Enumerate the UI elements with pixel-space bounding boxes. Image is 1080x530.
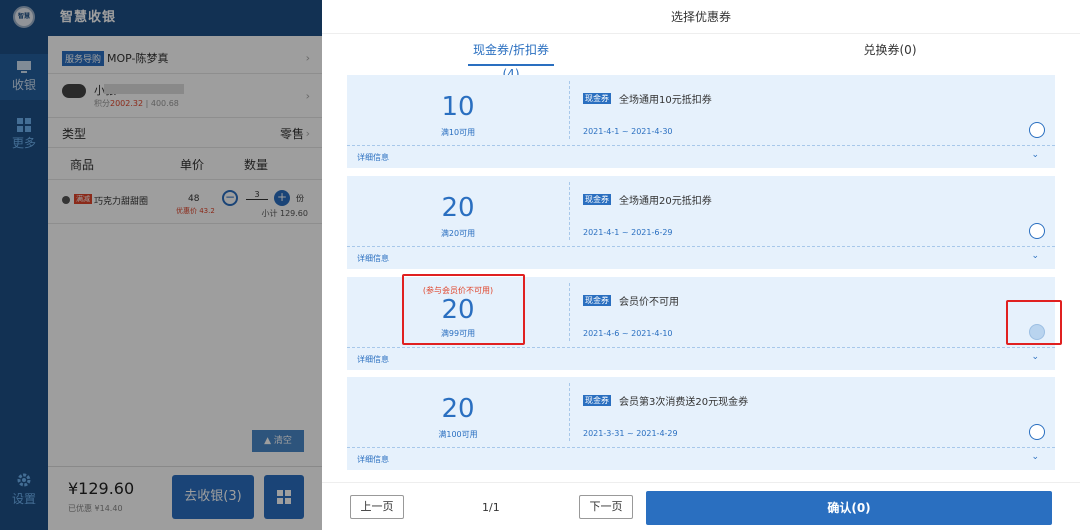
coupon-card[interactable]: 20 满20可用 现金券 全场通用20元抵扣券 2021-4-1 ~ 2021-…	[347, 176, 1055, 271]
detail-label: 详细信息	[357, 254, 389, 263]
detail-label: 详细信息	[357, 153, 389, 162]
coupon-amount: 10	[441, 92, 475, 122]
coupon-detail-toggle[interactable]: 详细信息 ⌄	[347, 347, 1055, 370]
coupon-select-radio[interactable]	[1029, 122, 1045, 138]
annotation-highlight-value	[402, 274, 525, 345]
page-indicator: 1/1	[482, 501, 500, 514]
coupon-modal: 选择优惠券 现金券/折扣券(4) 兑换券(0) 10 满10可用 现金券 全场通…	[322, 0, 1080, 530]
coupon-dates: 2021-4-6 ~ 2021-4-10	[583, 329, 673, 338]
annotation-highlight-radio	[1006, 300, 1062, 345]
chevron-down-icon: ⌄	[1031, 251, 1039, 261]
modal-overlay[interactable]	[0, 0, 322, 530]
pagination-bar: 上一页 1/1 下一页 确认(0)	[322, 482, 1080, 530]
coupon-detail-toggle[interactable]: 详细信息 ⌄	[347, 447, 1055, 470]
coupon-name: 会员第3次消费送20元现金券	[619, 397, 749, 408]
coupon-card[interactable]: 20 满100可用 现金券 会员第3次消费送20元现金券 2021-3-31 ~…	[347, 377, 1055, 472]
coupon-name: 会员价不可用	[619, 297, 679, 308]
chevron-down-icon: ⌄	[1031, 452, 1039, 462]
coupon-amount: 20	[441, 394, 475, 424]
detail-label: 详细信息	[357, 355, 389, 364]
coupon-detail-toggle[interactable]: 详细信息 ⌄	[347, 246, 1055, 269]
coupon-dates: 2021-3-31 ~ 2021-4-29	[583, 429, 678, 438]
coupon-dates: 2021-4-1 ~ 2021-6-29	[583, 228, 673, 237]
prev-page-button[interactable]: 上一页	[350, 495, 404, 519]
coupon-type-badge: 现金券	[583, 194, 611, 205]
coupon-condition: 满100可用	[438, 430, 478, 439]
confirm-button[interactable]: 确认(0)	[646, 491, 1052, 525]
coupon-name: 全场通用20元抵扣券	[619, 196, 712, 207]
modal-title: 选择优惠券	[322, 0, 1080, 34]
coupon-select-radio[interactable]	[1029, 424, 1045, 440]
coupon-value: 20 满100可用	[347, 377, 569, 447]
coupon-condition: 满20可用	[440, 229, 476, 238]
coupon-card[interactable]: 10 满10可用 现金券 全场通用10元抵扣券 2021-4-1 ~ 2021-…	[347, 75, 1055, 170]
coupon-dates: 2021-4-1 ~ 2021-4-30	[583, 127, 673, 136]
coupon-value: 10 满10可用	[347, 75, 569, 145]
coupon-select-radio[interactable]	[1029, 223, 1045, 239]
coupon-name: 全场通用10元抵扣券	[619, 95, 712, 106]
coupon-detail-toggle[interactable]: 详细信息 ⌄	[347, 145, 1055, 168]
coupon-value: 20 满20可用	[347, 176, 569, 246]
next-page-button[interactable]: 下一页	[579, 495, 633, 519]
chevron-down-icon: ⌄	[1031, 150, 1039, 160]
detail-label: 详细信息	[357, 455, 389, 464]
coupon-condition: 满10可用	[440, 128, 476, 137]
chevron-down-icon: ⌄	[1031, 352, 1039, 362]
tab-exchange-coupons[interactable]: 兑换券(0)	[850, 38, 930, 66]
tab-cash-coupons[interactable]: 现金券/折扣券(4)	[468, 38, 554, 81]
coupon-type-badge: 现金券	[583, 295, 611, 306]
coupon-type-badge: 现金券	[583, 93, 611, 104]
coupon-type-badge: 现金券	[583, 395, 611, 406]
coupon-amount: 20	[441, 193, 475, 223]
